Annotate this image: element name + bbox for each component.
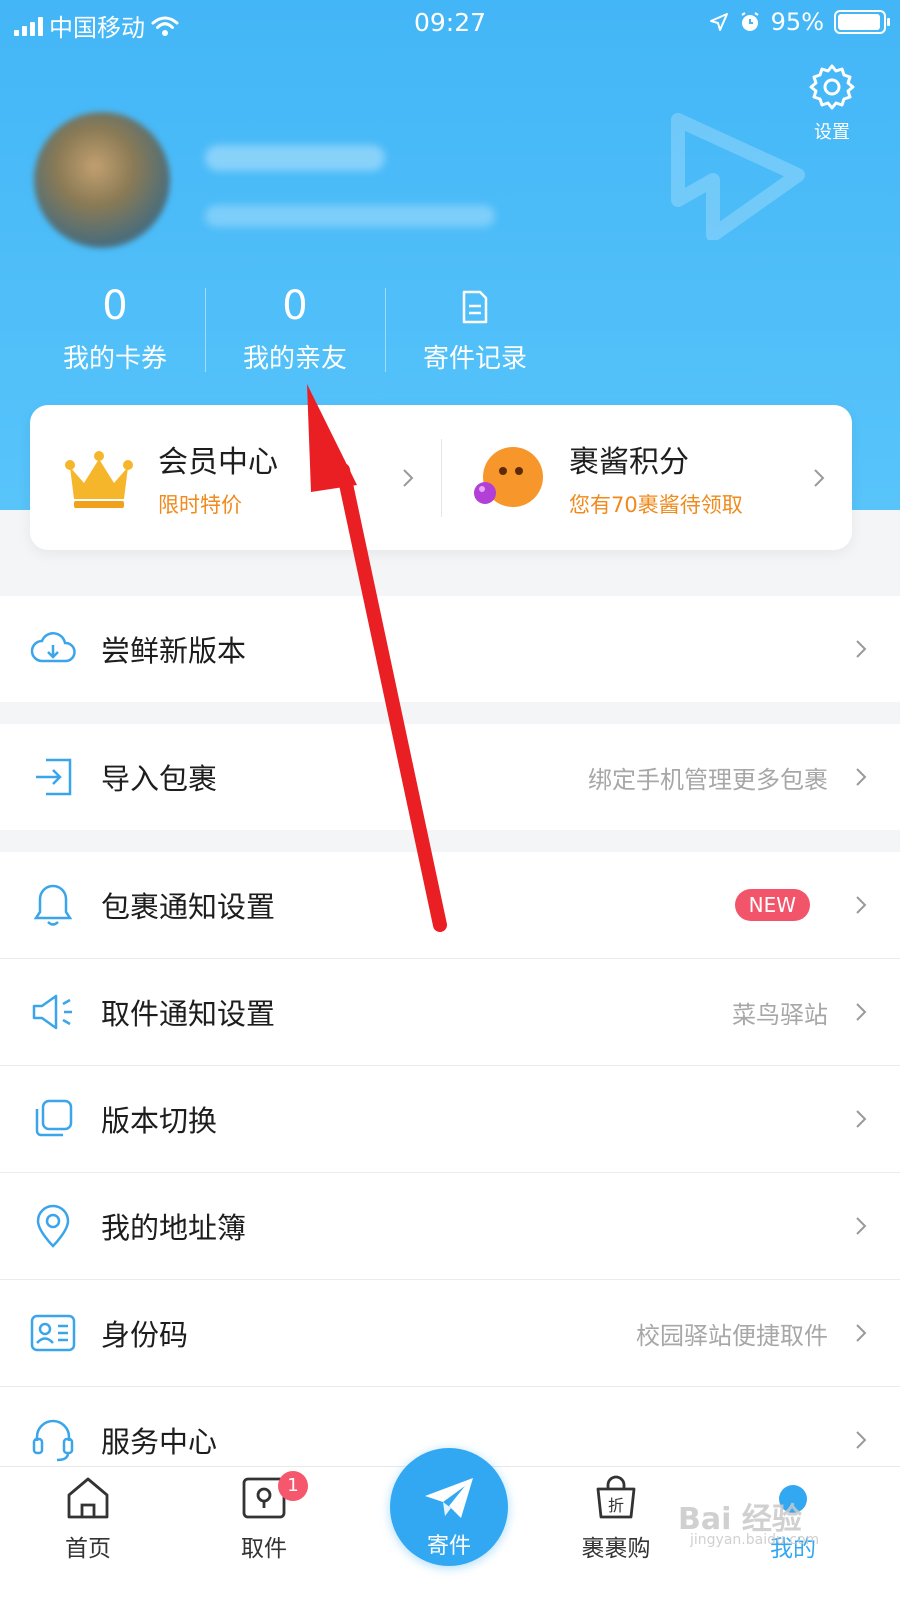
tab-shop[interactable]: 折 裹裹购: [556, 1475, 676, 1563]
menu-label: 导入包裹: [101, 762, 218, 796]
menu-item-id-code[interactable]: 身份码 校园驿站便捷取件: [0, 1280, 900, 1386]
stat-friends-value: 0: [282, 283, 308, 329]
avatar[interactable]: [34, 112, 170, 248]
points-subtitle: 您有70裹酱待领取: [569, 492, 743, 517]
member-center-text: 会员中心 限时特价: [158, 437, 278, 519]
menu-label: 尝鲜新版本: [101, 634, 247, 668]
menu-item-try-new-version[interactable]: 尝鲜新版本: [0, 596, 900, 702]
member-center-subtitle: 限时特价: [158, 492, 242, 517]
chevron-right-icon: [856, 768, 867, 786]
tab-label: 首页: [65, 1536, 111, 1562]
menu-hint: 绑定手机管理更多包裹: [588, 765, 828, 794]
menu-item-import-package[interactable]: 导入包裹 绑定手机管理更多包裹: [0, 724, 900, 830]
mascot-icon: [473, 441, 547, 515]
battery-icon: [834, 10, 890, 34]
location-icon: [30, 1203, 76, 1249]
chevron-right-icon: [856, 640, 867, 658]
menu-label: 身份码: [101, 1318, 189, 1352]
stat-coupons-label: 我的卡券: [62, 344, 167, 374]
menu-hint: 校园驿站便捷取件: [636, 1321, 828, 1350]
menu-label: 版本切换: [101, 1104, 218, 1138]
send-label: 寄件: [426, 1534, 471, 1559]
import-icon: [30, 754, 76, 800]
menu-hint: 菜鸟驿站: [732, 1000, 828, 1029]
settings-button[interactable]: 设置: [804, 62, 860, 144]
tab-home[interactable]: 首页: [28, 1475, 148, 1563]
member-card: 会员中心 限时特价 裹酱积分 您有70裹酱待领取: [30, 405, 852, 550]
user-info-blurred: [205, 205, 495, 227]
points-title: 裹酱积分: [569, 444, 689, 480]
stat-coupons-value: 0: [102, 283, 128, 329]
pickup-count-badge: 1: [278, 1471, 308, 1501]
stat-friends-label: 我的亲友: [242, 344, 347, 374]
megaphone-icon: [30, 989, 76, 1035]
chevron-right-icon: [856, 1324, 867, 1342]
shopping-bag-icon: 折: [596, 1475, 636, 1519]
home-icon: [67, 1477, 109, 1519]
stats-bar: 0 我的卡券 0 我的亲友 寄件记录: [25, 282, 565, 378]
stat-coupons[interactable]: 0 我的卡券: [25, 282, 205, 378]
cloud-download-icon: [30, 626, 76, 672]
stat-send-records-label: 寄件记录: [422, 344, 527, 374]
chevron-right-icon: [403, 469, 414, 487]
bell-icon: [30, 882, 76, 928]
settings-label: 设置: [814, 122, 850, 143]
background-logo-icon: [671, 113, 805, 240]
menu-item-address-book[interactable]: 我的地址簿: [0, 1173, 900, 1279]
chevron-right-icon: [856, 1217, 867, 1235]
menu-label: 服务中心: [101, 1425, 218, 1459]
points-center-text: 裹酱积分 您有70裹酱待领取: [569, 437, 743, 519]
paper-plane-icon: [425, 1478, 473, 1518]
document-icon: [385, 282, 565, 330]
crown-icon: [62, 441, 136, 515]
shop-icon-text: 折: [608, 1496, 624, 1515]
id-card-icon: [30, 1310, 76, 1356]
new-badge: NEW: [734, 889, 810, 921]
chevron-right-icon: [856, 1110, 867, 1128]
chevron-right-icon: [856, 1003, 867, 1021]
gear-icon: [809, 64, 855, 110]
chevron-right-icon: [856, 1431, 867, 1449]
status-bar: 中国移动 09:27 95%: [0, 0, 900, 44]
menu-label: 我的地址簿: [101, 1211, 247, 1245]
tab-label: 裹裹购: [581, 1536, 651, 1562]
menu-label: 包裹通知设置: [101, 890, 276, 924]
status-right: 95%: [709, 8, 890, 36]
menu-item-package-notification[interactable]: 包裹通知设置 NEW: [0, 852, 900, 958]
watermark-url: jingyan.baidu.com: [690, 1532, 820, 1548]
tab-label: 取件: [241, 1536, 287, 1562]
menu-item-version-switch[interactable]: 版本切换: [0, 1066, 900, 1172]
headset-icon: [30, 1417, 76, 1463]
points-center[interactable]: 裹酱积分 您有70裹酱待领取: [441, 405, 852, 550]
battery-percent: 95%: [770, 8, 824, 36]
member-center-title: 会员中心: [158, 444, 278, 480]
location-arrow-icon: [709, 13, 728, 31]
chevron-right-icon: [856, 896, 867, 914]
menu-label: 取件通知设置: [101, 997, 276, 1031]
send-package-button[interactable]: 寄件: [390, 1448, 508, 1566]
chevron-right-icon: [814, 469, 825, 487]
username-blurred: [205, 145, 385, 171]
menu-item-pickup-notification[interactable]: 取件通知设置 菜鸟驿站: [0, 959, 900, 1065]
alarm-icon: [741, 12, 759, 31]
member-center[interactable]: 会员中心 限时特价: [30, 405, 441, 550]
switch-icon: [30, 1096, 76, 1142]
stat-send-records[interactable]: 寄件记录: [385, 282, 565, 378]
stat-friends[interactable]: 0 我的亲友: [205, 282, 385, 378]
tab-pickup[interactable]: 取件 1: [204, 1471, 324, 1563]
